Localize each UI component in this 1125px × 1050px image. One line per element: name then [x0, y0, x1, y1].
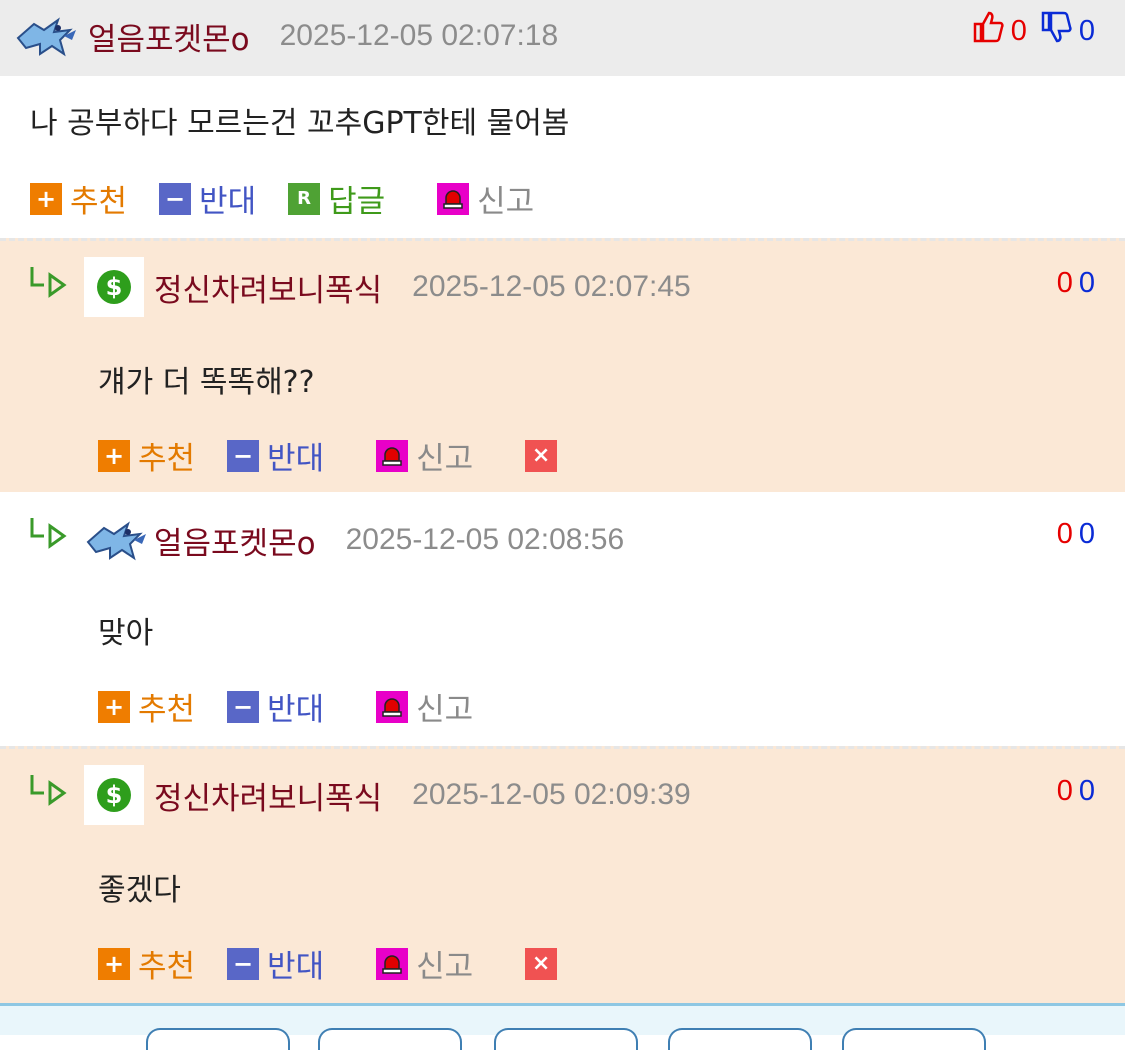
reply-button[interactable]: R 답글: [288, 176, 385, 221]
post-nickname[interactable]: 얼음포켓몬o: [88, 14, 250, 59]
post-date: 2025-12-05 02:07:18: [279, 19, 559, 52]
bottom-nav-button[interactable]: [842, 1028, 986, 1050]
siren-icon: [376, 439, 409, 472]
report-button[interactable]: 신고: [376, 941, 473, 986]
dollar-badge-icon[interactable]: $: [84, 765, 144, 825]
recommend-button[interactable]: + 추천: [30, 176, 127, 221]
report-label: 신고: [416, 949, 474, 985]
post-up-count: 0: [1010, 14, 1027, 47]
minus-icon: −: [227, 947, 260, 980]
thumbs-up-icon[interactable]: [971, 10, 1005, 52]
reply-r-icon: R: [288, 182, 321, 215]
svg-text:$: $: [106, 781, 123, 809]
thumbs-down-icon[interactable]: [1039, 10, 1073, 52]
comment-up-count[interactable]: 0: [1057, 775, 1073, 808]
comment-date: 2025-12-05 02:09:39: [412, 778, 691, 811]
plus-icon: +: [98, 439, 130, 472]
comment-nickname[interactable]: 얼음포켓몬o: [154, 518, 316, 563]
minus-icon: −: [227, 690, 260, 723]
oppose-button[interactable]: − 반대: [227, 684, 324, 729]
post-body: 나 공부하다 모르는건 꼬추GPT한테 물어봄 + 추천 − 반대 R 답글 신고: [0, 76, 1125, 238]
recommend-label: 추천: [70, 184, 128, 220]
comment-nickname[interactable]: 정신차려보니폭식: [154, 265, 382, 310]
reply-arrow-icon: [28, 773, 68, 813]
comment-content: 좋겠다: [98, 873, 181, 908]
report-button[interactable]: 신고: [437, 176, 534, 221]
comment-vote: 0 0: [1057, 775, 1095, 808]
comment-actions: + 추천 − 반대 신고 ×: [98, 433, 565, 478]
comment-actions: + 추천 − 반대 신고: [98, 684, 505, 729]
comment-down-count[interactable]: 0: [1079, 267, 1095, 300]
recommend-button[interactable]: + 추천: [98, 433, 195, 478]
comment-author-row: 얼음포켓몬o 2025-12-05 02:08:56: [84, 514, 624, 566]
comment-down-count[interactable]: 0: [1079, 518, 1095, 551]
reply-arrow-icon: [28, 265, 68, 305]
comment-item: $ 정신차려보니폭식 2025-12-05 02:09:39 0 0 좋겠다 +…: [0, 746, 1125, 1006]
oppose-button[interactable]: − 반대: [159, 176, 256, 221]
delete-icon[interactable]: ×: [525, 439, 558, 472]
comment-up-count[interactable]: 0: [1057, 518, 1073, 551]
recommend-button[interactable]: + 추천: [98, 941, 195, 986]
comment-item: 얼음포켓몬o 2025-12-05 02:08:56 0 0 맞아 + 추천 − 반…: [0, 492, 1125, 746]
comment-up-count[interactable]: 0: [1057, 267, 1073, 300]
post-vote: 0 0: [971, 10, 1095, 52]
ice-pokemon-avatar-icon[interactable]: [14, 10, 78, 62]
svg-text:$: $: [106, 273, 123, 301]
report-label: 신고: [477, 184, 535, 220]
minus-icon: −: [159, 182, 192, 215]
reply-label: 답글: [328, 184, 386, 220]
plus-icon: +: [98, 690, 130, 723]
post-content: 나 공부하다 모르는건 꼬추GPT한테 물어봄: [30, 106, 570, 141]
comment-vote: 0 0: [1057, 518, 1095, 551]
plus-icon: +: [30, 182, 62, 215]
recommend-label: 추천: [138, 441, 196, 477]
comment-author-row: $ 정신차려보니폭식 2025-12-05 02:07:45: [84, 257, 691, 317]
bottom-nav-button[interactable]: [318, 1028, 462, 1050]
ice-pokemon-avatar-icon[interactable]: [84, 514, 148, 566]
report-button[interactable]: 신고: [376, 433, 473, 478]
report-button[interactable]: 신고: [376, 684, 473, 729]
bottom-nav-button[interactable]: [668, 1028, 812, 1050]
recommend-label: 추천: [138, 949, 196, 985]
bottom-nav-button[interactable]: [146, 1028, 290, 1050]
oppose-label: 반대: [267, 441, 325, 477]
dollar-badge-icon[interactable]: $: [84, 257, 144, 317]
comment-date: 2025-12-05 02:08:56: [345, 523, 625, 556]
comment-actions: + 추천 − 반대 신고 ×: [98, 941, 565, 986]
siren-icon: [376, 690, 409, 723]
bottom-nav-button[interactable]: [494, 1028, 638, 1050]
comment-content: 걔가 더 똑똑해??: [98, 365, 315, 400]
recommend-button[interactable]: + 추천: [98, 684, 195, 729]
comment-author-row: $ 정신차려보니폭식 2025-12-05 02:09:39: [84, 765, 691, 825]
post-down-count: 0: [1078, 14, 1095, 47]
post-header: 얼음포켓몬o 2025-12-05 02:07:18 0 0: [0, 0, 1125, 76]
report-label: 신고: [416, 692, 474, 728]
comment-nickname[interactable]: 정신차려보니폭식: [154, 773, 382, 818]
comment-content: 맞아: [98, 616, 154, 651]
oppose-label: 반대: [267, 949, 325, 985]
report-label: 신고: [416, 441, 474, 477]
oppose-button[interactable]: − 반대: [227, 433, 324, 478]
delete-icon[interactable]: ×: [525, 947, 558, 980]
comment-down-count[interactable]: 0: [1079, 775, 1095, 808]
recommend-label: 추천: [138, 692, 196, 728]
oppose-label: 반대: [267, 692, 325, 728]
reply-arrow-icon: [28, 516, 68, 556]
oppose-label: 반대: [199, 184, 257, 220]
comment-vote: 0 0: [1057, 267, 1095, 300]
plus-icon: +: [98, 947, 130, 980]
post-actions: + 추천 − 반대 R 답글 신고: [30, 176, 566, 221]
oppose-button[interactable]: − 반대: [227, 941, 324, 986]
post-author-row: 얼음포켓몬o 2025-12-05 02:07:18: [14, 10, 558, 62]
comment-date: 2025-12-05 02:07:45: [412, 270, 691, 303]
bottom-nav-bar: [0, 1003, 1125, 1050]
comment-item: $ 정신차려보니폭식 2025-12-05 02:07:45 0 0 걔가 더 …: [0, 238, 1125, 495]
siren-icon: [376, 947, 409, 980]
minus-icon: −: [227, 439, 260, 472]
siren-icon: [437, 182, 470, 215]
